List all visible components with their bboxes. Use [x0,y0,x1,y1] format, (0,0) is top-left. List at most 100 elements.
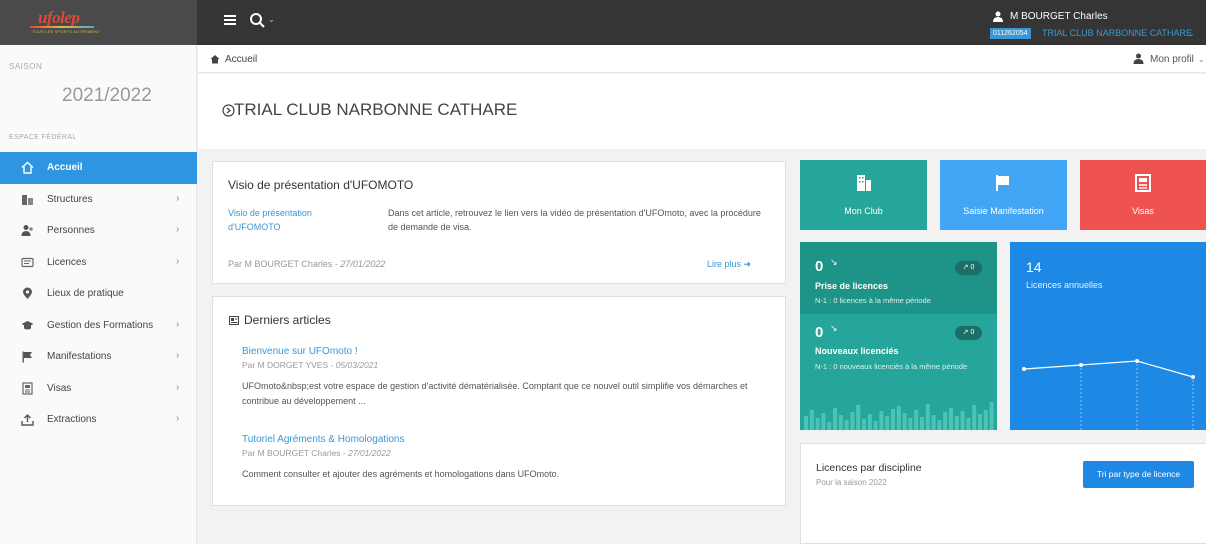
mon-club-tile[interactable]: Mon Club [800,160,927,230]
profile-menu[interactable]: Mon profil [1150,54,1194,65]
author-date: 05/03/2021 [335,360,379,370]
sparkline-bar [804,416,808,430]
sparkline-bar [989,402,994,430]
logo-text: ufolep [38,8,80,27]
data-point [1135,359,1139,363]
chevron-down-icon[interactable]: ⌄ [1198,55,1205,64]
space-label: ESPACE FÉDÉRAL [9,134,77,141]
licences-annuelles-panel: 14 Licences annuelles [1010,242,1206,430]
licences-stats-panel: 0 ↘ ↗ 0 Prise de licences N-1 : 0 licenc… [800,242,997,430]
sparkline-bar [862,419,866,430]
logo[interactable]: ufolep TOUS LES SPORTS AUTREMENT [0,0,197,45]
trend-up-icon: ↗ [962,329,969,336]
document-icon [1135,174,1151,192]
sidebar-item-gestion-des-formations[interactable]: Gestion des Formations › [0,310,197,342]
sidebar-item-label: Lieux de pratique [47,288,124,299]
sparkline-bar [873,421,878,430]
club-code-badge: 011262054 [990,28,1031,39]
license-icon [21,257,34,267]
sidebar-item-label: Gestion des Formations [47,319,154,331]
location-icon [23,287,32,299]
sidebar-item-lieux-de-pratique[interactable]: Lieux de pratique [0,278,197,310]
sparkline-bar [838,415,843,430]
breadcrumb-home-link[interactable]: Accueil [225,54,257,65]
sidebar-item-extractions[interactable]: Extractions › [0,404,197,436]
article-title-link[interactable]: Tutoriel Agréments & Homologations [242,434,772,445]
home-icon[interactable] [210,54,220,64]
sparkline-bar [844,420,849,430]
chevron-down-icon[interactable]: ⌄ [268,15,275,24]
card-title: Derniers articles [244,313,331,327]
club-selector[interactable]: TRIAL CLUB NARBONNE CATHARE [1042,28,1192,38]
chevron-right-icon: › [176,192,180,204]
top-bar: ufolep TOUS LES SPORTS AUTREMENT ⌄ M BOU… [0,0,1206,45]
sparkline-bar [920,417,924,430]
sparkline-bar [896,406,901,430]
sort-by-licence-type-button[interactable]: Tri par type de licence [1083,461,1194,488]
trend-down-icon: ↘ [830,323,838,333]
sparkline-bar [879,411,884,430]
search-icon[interactable] [249,12,265,28]
logo-subtitle: TOUS LES SPORTS AUTREMENT [32,29,100,34]
author-name: Par M BOURGET Charles - [228,259,341,269]
sidebar-item-visas[interactable]: Visas › [0,373,197,405]
badge-value: 0 [970,264,975,271]
sidebar-item-manifestations[interactable]: Manifestations › [0,341,197,373]
sparkline-bar [960,411,965,430]
chevron-right-icon: › [176,255,180,267]
list-item: Tutoriel Agréments & Homologations Par M… [242,434,772,482]
trend-badge: ↗ 0 [955,326,982,340]
tile-label: Mon Club [844,206,883,216]
sparkline-bar [978,414,982,430]
building-icon [857,175,871,191]
data-point [1079,363,1083,367]
sidebar-item-personnes[interactable]: Personnes › [0,215,197,247]
stat-sub: N-1 : 0 nouveaux licenciés à la même pér… [815,362,968,371]
season-label: SAISON [9,62,43,71]
sparkline-bar [809,410,814,430]
author-date: 27/01/2022 [340,259,386,269]
article-author: Par M DORGET YVES - 05/03/2021 [242,360,772,370]
sidebar-item-label: Extractions [47,414,97,425]
chevron-right-icon: › [176,381,180,393]
sidebar-item-accueil[interactable]: Accueil [0,152,197,184]
season-value: 2021/2022 [62,85,152,106]
page-header: TRIAL CLUB NARBONNE CATHARE [198,74,1206,149]
broken-image-link[interactable]: Visio de présentation d'UFOMOTO [228,206,363,234]
article-title-link[interactable]: Bienvenue sur UFOmoto ! [242,346,772,357]
list-item: Bienvenue sur UFOmoto ! Par M DORGET YVE… [242,346,772,409]
author-name: Par M DORGET YVES - [242,360,336,370]
tile-label: Visas [1132,206,1154,216]
sidebar-item-label: Accueil [47,162,83,173]
logo-stripe [30,26,94,28]
article-excerpt: Comment consulter et ajouter des agrémen… [242,469,560,479]
sparkline-bar [937,420,942,430]
articles-card: Derniers articles Bienvenue sur UFOmoto … [212,296,786,506]
page-title: TRIAL CLUB NARBONNE CATHARE [234,100,518,119]
card-subtitle: Pour la saison 2022 [816,478,887,487]
user-name[interactable]: M BOURGET Charles [1010,11,1108,22]
sparkline-bar [891,409,895,430]
sparkline-bar [914,410,919,430]
flag-icon [996,175,1009,191]
read-more-link[interactable]: Lire plus ➜ [707,259,751,270]
people-icon [21,225,33,236]
card-description: Dans cet article, retrouvez le lien vers… [388,208,761,232]
hamburger-menu-icon[interactable] [224,15,236,25]
sparkline-bar [931,415,936,430]
chevron-right-icon: › [176,350,180,361]
sidebar-nav: Accueil Structures › Personnes › Licence… [0,152,197,436]
tile-label: Saisie Manifestation [963,206,1044,216]
sidebar-item-structures[interactable]: Structures › [0,184,197,216]
newspaper-icon [229,316,239,325]
visas-tile[interactable]: Visas [1080,160,1206,230]
sidebar-item-licences[interactable]: Licences › [0,247,197,279]
sidebar-item-label: Structures [47,193,93,205]
arrow-right-icon: ➜ [743,259,752,269]
export-icon [21,414,34,426]
licences-discipline-card: Licences par discipline Pour la saison 2… [800,443,1206,544]
saisie-manifestation-tile[interactable]: Saisie Manifestation [940,160,1067,230]
author-name: Par M BOURGET Charles - [242,448,349,458]
chevron-down-icon[interactable]: ⌄ [1188,29,1195,38]
sidebar-item-label: Visas [47,382,72,394]
